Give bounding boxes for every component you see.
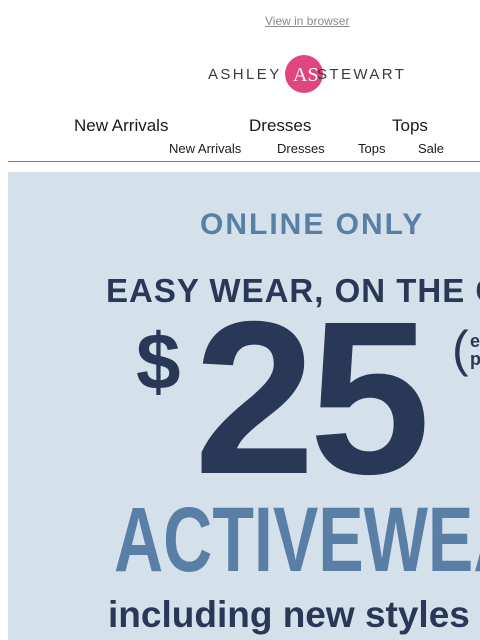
hero-price: 25: [194, 277, 430, 520]
subnav-item-sale[interactable]: Sale: [418, 141, 444, 156]
hero-fine-print: e p: [470, 332, 480, 368]
nav-divider: [8, 161, 480, 162]
hero-banner[interactable]: ONLINE ONLY EASY WEAR, ON THE G $ 25 ( e…: [8, 172, 480, 640]
secondary-nav: New Arrivals Dresses Tops Sale: [0, 141, 480, 157]
subnav-item-new-arrivals[interactable]: New Arrivals: [169, 141, 241, 156]
hero-online-only: ONLINE ONLY: [200, 208, 425, 241]
hero-fine-print-line-1: e: [470, 331, 480, 351]
view-in-browser-link[interactable]: View in browser: [265, 14, 349, 28]
hero-dollar-sign: $: [136, 317, 181, 406]
brand-name-right: STEWART: [317, 66, 407, 83]
hero-category: ACTIVEWEAR: [114, 489, 480, 591]
brand-logo[interactable]: ASHLEY AS STEWART: [208, 52, 410, 96]
hero-subline: including new styles: [108, 594, 470, 635]
subnav-item-dresses[interactable]: Dresses: [277, 141, 325, 156]
nav-item-new-arrivals[interactable]: New Arrivals: [74, 116, 168, 136]
subnav-item-tops[interactable]: Tops: [358, 141, 385, 156]
nav-item-dresses[interactable]: Dresses: [249, 116, 311, 136]
svg-text:AS: AS: [293, 64, 319, 86]
hero-fine-print-bracket: (: [452, 321, 469, 377]
brand-name-left: ASHLEY: [208, 66, 282, 83]
primary-nav: New Arrivals Dresses Tops: [0, 116, 480, 138]
nav-item-tops[interactable]: Tops: [392, 116, 428, 136]
hero-fine-print-line-2: p: [470, 349, 480, 369]
